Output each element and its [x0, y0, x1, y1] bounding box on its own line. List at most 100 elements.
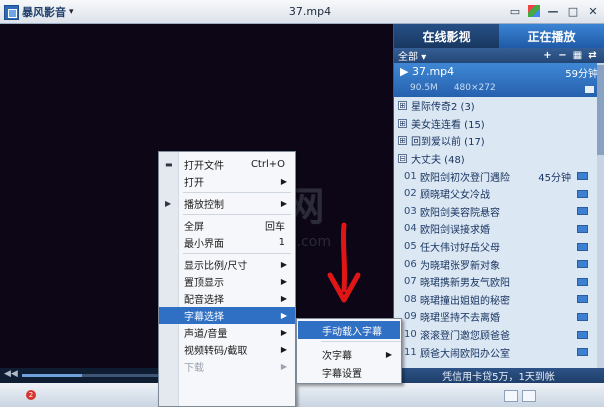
trash-icon[interactable]: ▦	[570, 50, 585, 61]
minimize-icon[interactable]: —	[546, 4, 560, 18]
item-label: 大丈夫 (48)	[411, 155, 465, 167]
menu-separator	[183, 214, 291, 215]
menu-item-label: 视频转码/截取	[184, 346, 248, 357]
expand-icon[interactable]: ⊞	[398, 118, 407, 128]
item-label: 为晓珺张罗新对象	[420, 260, 500, 272]
menu-item-label: 播放控制	[184, 200, 224, 211]
menu-item[interactable]: 配音选择 ▶	[159, 290, 295, 307]
list-view-icon[interactable]	[504, 390, 518, 402]
episode-number: 11	[404, 346, 417, 358]
playlist-episode[interactable]: 06 为晓珺张罗新对象	[394, 255, 598, 273]
menu-item[interactable]: 全屏 回车	[159, 217, 295, 234]
context-menu: ▬ 打开文件 Ctrl+O 打开 ▶ ▶ 播放控制 ▶ 全屏 回车 最小界面 1 显示比例/尺寸 ▶ 置顶显…	[158, 151, 296, 407]
rewind-icon[interactable]: ◀◀	[4, 369, 18, 379]
playlist-scrollbar[interactable]	[597, 63, 604, 368]
expand-icon[interactable]: ⊞	[398, 136, 407, 146]
playlist-episode[interactable]: 05 任大伟讨好岳父母	[394, 238, 598, 256]
playlist-episode[interactable]: 04 欧阳剑误接求婚	[394, 220, 598, 238]
item-label: 回到爱以前 (17)	[411, 137, 485, 149]
add-icon[interactable]: +	[540, 50, 555, 61]
tab-now-playing[interactable]: 正在播放	[499, 24, 604, 48]
episode-number: 09	[404, 311, 417, 323]
menu-separator	[183, 192, 291, 193]
expand-icon[interactable]: ⊟	[398, 154, 407, 164]
playlist-group[interactable]: ⊞ 回到爱以前 (17)	[394, 132, 598, 150]
episode-number: 01	[404, 170, 417, 182]
episode-number: 03	[404, 205, 417, 217]
item-label: 滚滚登门邀您顾爸爸	[420, 331, 510, 343]
chevron-right-icon: ▶	[280, 311, 287, 320]
hd-icon	[577, 242, 588, 251]
notification-badge: 2	[26, 390, 36, 400]
menu-item-label: 打开文件	[184, 161, 224, 172]
menu-item[interactable]: 字幕选择 ▶	[159, 307, 295, 324]
loop-icon[interactable]: ⇄	[585, 50, 600, 61]
playlist-episode[interactable]: 01 欧阳剑初次登门遇险 45分钟	[394, 167, 598, 185]
subtitle-submenu: 手动载入字幕 次字幕 ▶ 字幕设置	[296, 318, 402, 384]
hd-icon	[577, 330, 588, 339]
expand-icon[interactable]: ⊞	[398, 101, 407, 111]
playlist-episode[interactable]: 08 晓珺撞出姐姐的秘密	[394, 291, 598, 309]
menu-item[interactable]: 视频转码/截取 ▶	[159, 341, 295, 358]
tab-online-video[interactable]: 在线影视	[394, 24, 499, 48]
grid-view-icon[interactable]	[522, 390, 536, 402]
menu-item-label: 声道/音量	[184, 329, 228, 340]
episode-number: 10	[404, 329, 417, 341]
menu-separator	[183, 253, 291, 254]
window-title: 37.mp4	[288, 5, 332, 18]
menu-item[interactable]: 显示比例/尺寸 ▶	[159, 256, 295, 273]
chevron-down-icon: ▾	[69, 7, 74, 17]
menu-item[interactable]: ▬ 打开文件 Ctrl+O	[159, 156, 295, 173]
app-menu[interactable]: 暴风影音 ▾	[4, 4, 74, 20]
ad-banner[interactable]: 凭信用卡贷5万，1天到帐	[393, 368, 604, 383]
chevron-right-icon: ▶	[280, 362, 287, 371]
seek-bar[interactable]	[22, 374, 172, 377]
hd-icon	[577, 189, 588, 198]
seek-progress	[22, 374, 82, 377]
menu-item-label: 置顶显示	[184, 278, 224, 289]
episode-number: 05	[404, 241, 417, 253]
submenu-item-label: 次字幕	[322, 350, 352, 362]
playlist-episode[interactable]: 12顾妈遭嘲指出明路	[394, 361, 598, 365]
submenu-item[interactable]: 手动载入字幕	[298, 321, 400, 339]
maximize-icon[interactable]: □	[566, 4, 580, 18]
titlebar[interactable]: 暴风影音 ▾ 37.mp4 ▭ — □ ✕	[0, 0, 604, 24]
remove-icon[interactable]: −	[555, 50, 570, 61]
scroll-thumb[interactable]	[597, 65, 604, 155]
chevron-right-icon: ▶	[280, 199, 287, 208]
playlist-episode[interactable]: 09 晓珺坚持不去离婚	[394, 308, 598, 326]
episode-number: 06	[404, 258, 417, 270]
menu-item-shortcut: 1	[278, 237, 285, 248]
folder-icon[interactable]	[585, 86, 594, 93]
playlist-group[interactable]: ⊞ 星际传奇2 (3)	[394, 97, 598, 115]
current-item[interactable]: ▶ 37.mp4 59分钟 90.5M 480×272	[394, 63, 604, 97]
playlist-episode[interactable]: 07 晓珺携新男友气欧阳	[394, 273, 598, 291]
submenu-item-label: 字幕设置	[322, 368, 362, 380]
menu-item[interactable]: ▶ 播放控制 ▶	[159, 195, 295, 212]
menu-item[interactable]: 最小界面 1	[159, 234, 295, 251]
menu-item[interactable]: 置顶显示 ▶	[159, 273, 295, 290]
playlist-episode[interactable]: 03 欧阳剑美容院悬容	[394, 203, 598, 221]
color-icon[interactable]	[528, 5, 540, 17]
episode-number: 02	[404, 188, 417, 200]
playlist-episode[interactable]: 02 顾晓珺父女冷战	[394, 185, 598, 203]
playlist-episode[interactable]: 11 顾爸大闹欧阳办公室	[394, 343, 598, 361]
menu-item-label: 显示比例/尺寸	[184, 261, 248, 272]
filter-dropdown[interactable]: 全部 ▾	[398, 48, 426, 63]
episode-number: 12	[404, 364, 420, 365]
playlist-group[interactable]: ⊟ 大丈夫 (48)	[394, 150, 598, 168]
menu-item[interactable]: 打开 ▶	[159, 173, 295, 190]
submenu-item[interactable]: 次字幕 ▶	[298, 345, 400, 363]
hd-icon	[577, 348, 588, 357]
item-label: 晓珺坚持不去离婚	[420, 313, 500, 325]
playlist-group[interactable]: ⊞ 美女连连看 (15)	[394, 115, 598, 133]
chevron-down-icon: ▾	[421, 52, 427, 63]
menu-item[interactable]: 声道/音量 ▶	[159, 324, 295, 341]
playlist-episode[interactable]: 10 滚滚登门邀您顾爸爸	[394, 326, 598, 344]
skin-icon[interactable]: ▭	[508, 4, 522, 18]
submenu-item[interactable]: 字幕设置	[298, 363, 400, 381]
close-icon[interactable]: ✕	[586, 4, 600, 18]
filter-label: 全部	[398, 52, 418, 63]
playlist-toolbar: 全部 ▾ + − ▦ ⇄	[394, 48, 604, 63]
menu-item[interactable]: 下载 ▶	[159, 358, 295, 375]
